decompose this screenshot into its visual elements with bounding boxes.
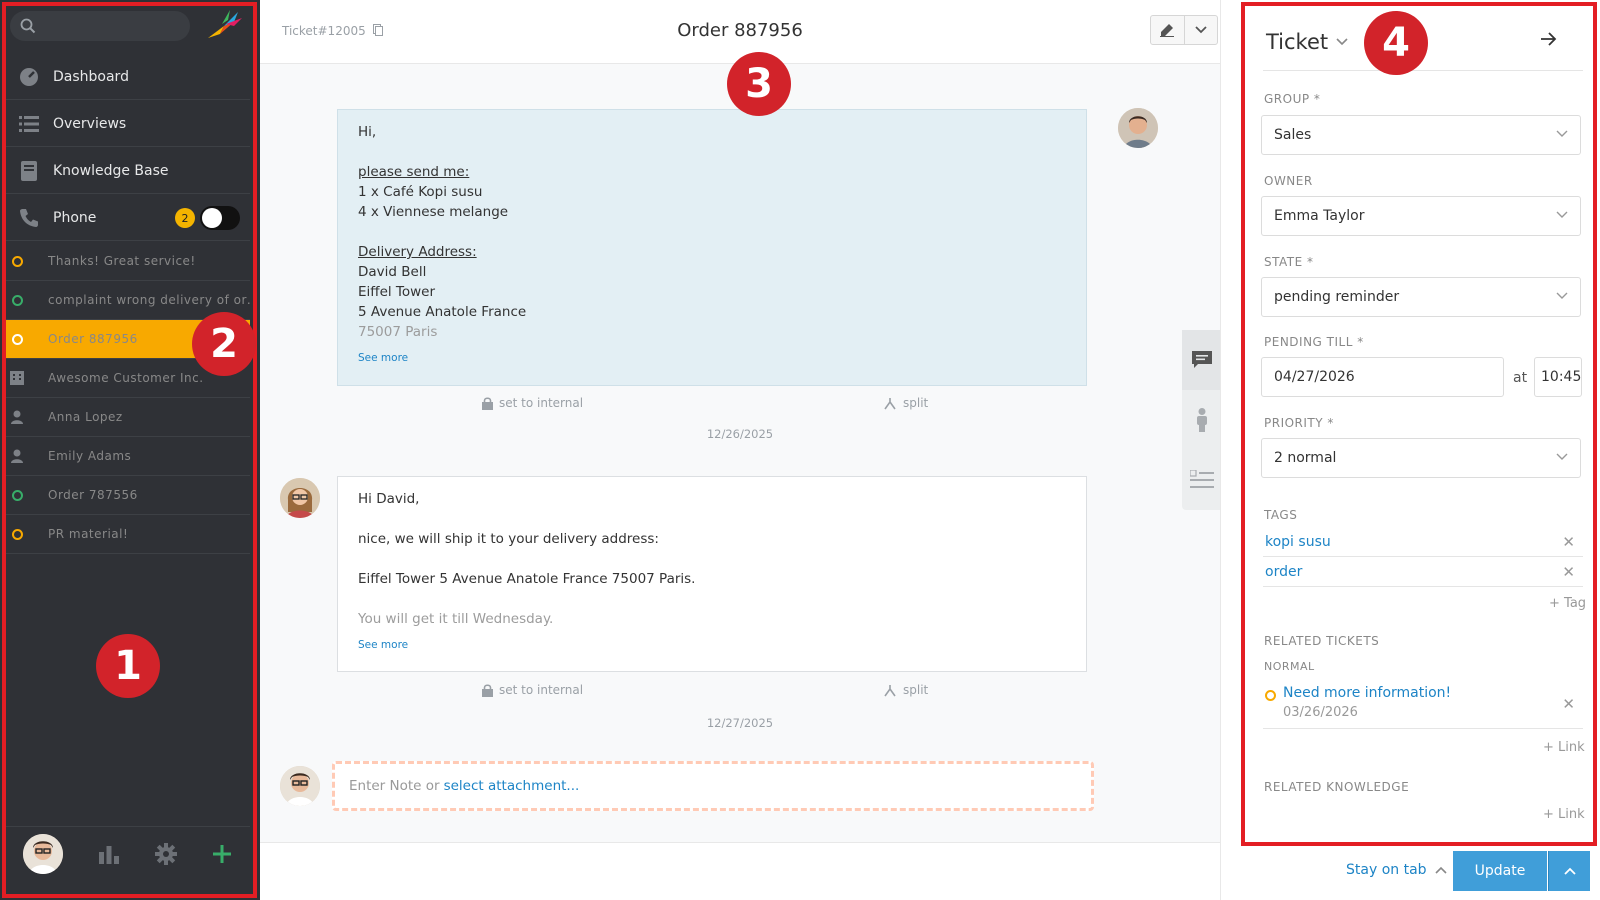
split-label: split	[903, 396, 929, 410]
article-date: 12/27/2025	[706, 716, 774, 730]
chevron-up-icon	[1563, 867, 1576, 875]
edit-button[interactable]	[1151, 16, 1185, 44]
article-faded-line: You will get it till Wednesday.	[358, 611, 554, 627]
callout-4: 4	[1364, 11, 1428, 75]
customer-avatar[interactable]	[1118, 108, 1158, 148]
tab-checklist[interactable]	[1182, 450, 1222, 510]
article-greeting: Hi,	[358, 124, 377, 140]
pen-icon	[1160, 24, 1175, 37]
composer-placeholder: Enter Note or	[349, 778, 440, 794]
set-internal-button[interactable]: set to internal	[482, 396, 583, 410]
stay-on-tab-button[interactable]: Stay on tab	[1346, 862, 1447, 878]
update-button[interactable]: Update	[1453, 851, 1547, 891]
ticket-header: Ticket#12005 Order 887956	[260, 0, 1220, 64]
article-agent: Hi David, nice, we will ship it to your …	[337, 476, 1087, 672]
tab-ticket[interactable]	[1182, 330, 1222, 390]
article-address-line: David Bell	[358, 264, 427, 280]
checklist-icon	[1190, 470, 1214, 488]
see-more-link[interactable]: See more	[358, 348, 1066, 368]
ticket-sidebar-tabs	[1182, 330, 1222, 510]
article-address-line: Eiffel Tower	[358, 284, 436, 300]
tab-customer[interactable]	[1182, 390, 1222, 450]
set-internal-label: set to internal	[499, 396, 584, 410]
annotation-frame-sidebar	[2, 2, 257, 898]
split-icon	[884, 684, 896, 696]
article-faded-line: 75007 Paris	[358, 324, 438, 340]
chevron-down-icon	[1195, 26, 1207, 34]
see-more-link[interactable]: See more	[358, 635, 1066, 655]
article-heading: please send me:	[358, 164, 470, 180]
split-button[interactable]: split	[883, 396, 928, 410]
article-address-line: 5 Avenue Anatole France	[358, 304, 527, 320]
article-item: 1 x Café Kopi susu	[358, 184, 483, 200]
lock-icon	[482, 396, 493, 410]
chevron-up-icon	[1434, 866, 1447, 874]
ticket-title[interactable]: Order 887956	[260, 20, 1220, 41]
callout-1: 1	[96, 634, 160, 698]
split-label: split	[903, 683, 929, 697]
lock-icon	[482, 683, 493, 697]
stay-on-tab-label: Stay on tab	[1346, 862, 1427, 878]
person-icon	[1197, 408, 1207, 432]
composer-avatar[interactable]	[280, 766, 320, 806]
set-internal-button[interactable]: set to internal	[482, 683, 583, 697]
select-attachment-link[interactable]: select attachment...	[444, 778, 580, 794]
callout-3: 3	[727, 52, 791, 116]
update-options-button[interactable]	[1548, 851, 1590, 891]
ticket-zoom: Ticket#12005 Order 887956 Hi, please sen…	[260, 0, 1222, 900]
note-composer[interactable]: Enter Note or select attachment...	[332, 761, 1094, 811]
article-date: 12/26/2025	[706, 427, 774, 441]
article-item: 4 x Viennese melange	[358, 204, 509, 220]
set-internal-label: set to internal	[499, 683, 584, 697]
annotation-frame-panel	[1241, 2, 1597, 846]
split-button[interactable]: split	[883, 683, 928, 697]
ticket-footer	[260, 842, 1220, 900]
callout-2: 2	[192, 312, 256, 376]
ticket-actions	[1150, 15, 1218, 45]
chat-icon	[1192, 351, 1212, 368]
article-customer: Hi, please send me: 1 x Café Kopi susu 4…	[337, 109, 1087, 386]
article-line: Eiffel Tower 5 Avenue Anatole France 750…	[358, 571, 696, 587]
article-line: nice, we will ship it to your delivery a…	[358, 531, 659, 547]
agent-avatar[interactable]	[280, 478, 320, 518]
split-icon	[884, 397, 896, 409]
actions-dropdown-button[interactable]	[1185, 16, 1218, 44]
article-address-heading: Delivery Address:	[358, 244, 477, 260]
article-greeting: Hi David,	[358, 491, 420, 507]
